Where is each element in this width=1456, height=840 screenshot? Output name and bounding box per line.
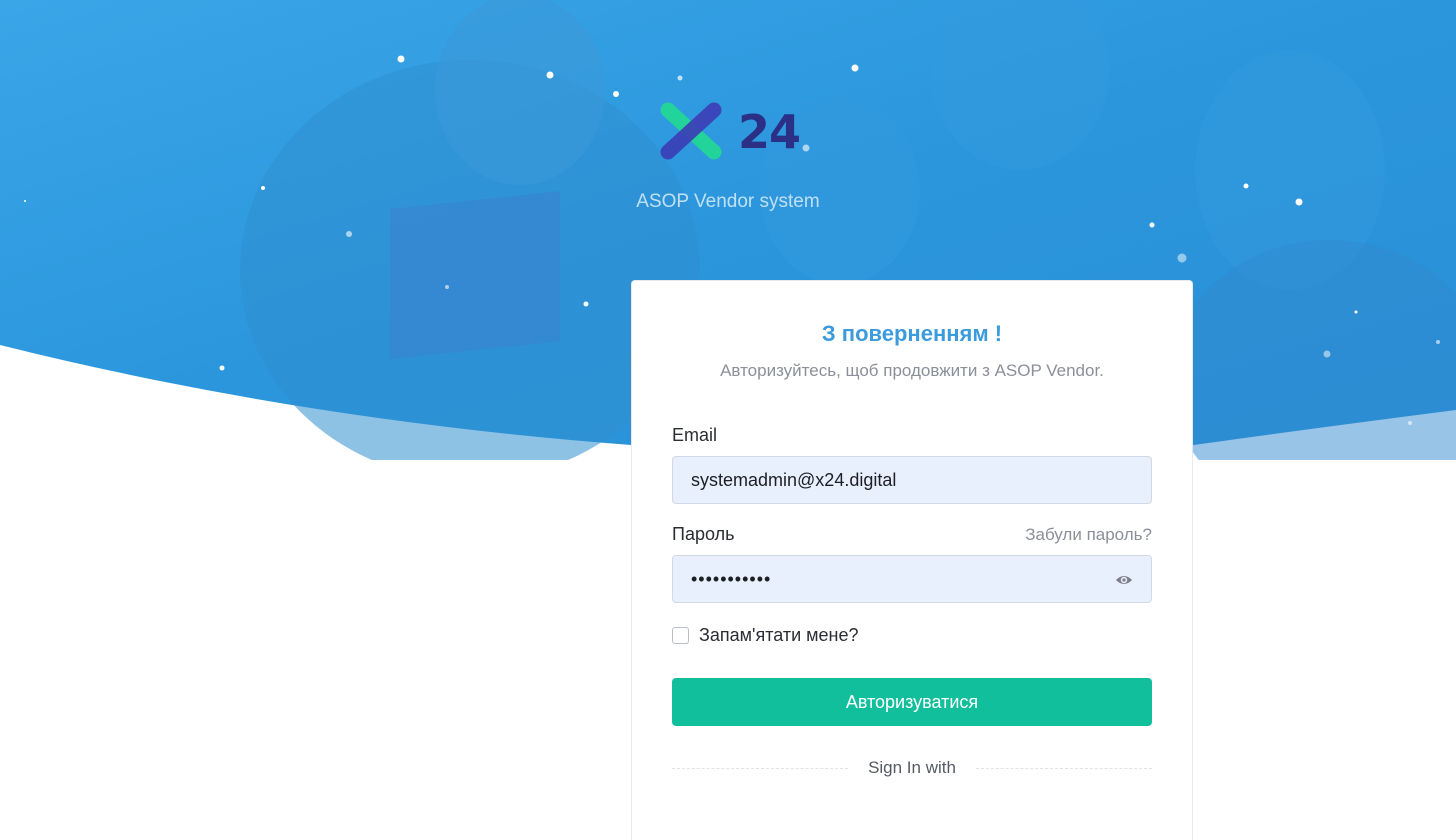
email-label: Email xyxy=(672,425,718,445)
login-button[interactable]: Авторизуватися xyxy=(672,678,1152,726)
brand-header: 24 ASOP Vendor system xyxy=(0,96,1456,213)
remember-checkbox[interactable] xyxy=(672,627,689,644)
email-value: systemadmin@x24.digital xyxy=(691,469,897,490)
logo[interactable]: 24 xyxy=(656,96,801,168)
login-card: З поверненням ! Авторизуйтесь, щоб продо… xyxy=(631,280,1193,840)
app-subtitle: ASOP Vendor system xyxy=(636,191,820,212)
password-value: ••••••••••• xyxy=(691,568,772,589)
welcome-title: З поверненням ! xyxy=(821,321,1003,346)
divider-line-left xyxy=(672,767,849,769)
remember-label: Запам'ятати мене? xyxy=(699,625,859,645)
email-field[interactable]: systemadmin@x24.digital xyxy=(672,456,1152,504)
password-label-row: Пароль Забули пароль? xyxy=(672,524,1152,545)
x24-logo-icon xyxy=(660,102,722,160)
eye-icon[interactable] xyxy=(1115,572,1133,588)
logo-text: 24 xyxy=(737,105,801,159)
forgot-password-link[interactable]: Забули пароль? xyxy=(1025,525,1152,545)
remember-me[interactable]: Запам'ятати мене? xyxy=(672,625,1152,646)
sign-in-with-divider: Sign In with xyxy=(672,758,1153,778)
password-label: Пароль xyxy=(672,524,735,544)
sign-in-with-label: Sign In with xyxy=(868,758,956,777)
password-field[interactable]: ••••••••••• xyxy=(672,555,1152,603)
login-hint: Авторизуйтесь, щоб продовжити з ASOP Ven… xyxy=(720,361,1104,380)
divider-line-right xyxy=(975,767,1153,769)
login-page: 24 ASOP Vendor system З поверненням ! Ав… xyxy=(0,0,1456,840)
email-label-row: Email xyxy=(672,425,1152,446)
